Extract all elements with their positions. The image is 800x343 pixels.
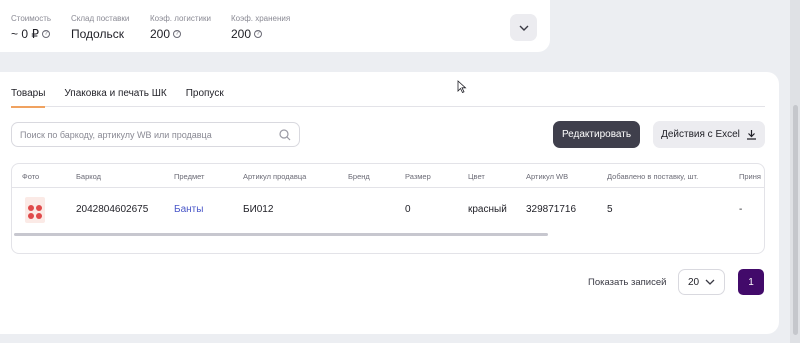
added-qty-cell: 5 [607, 204, 613, 215]
mouse-cursor-icon [457, 80, 467, 93]
help-icon[interactable]: ? [41, 30, 50, 38]
seller-article-cell: БИ012 [243, 204, 274, 215]
column-header: Артикул WB [526, 172, 569, 181]
accepted-cell: - [739, 204, 743, 215]
goods-table: Фото Баркод Предмет Артикул продавца Бре… [11, 163, 765, 254]
chevron-down-icon [705, 279, 715, 285]
supply-summary-card: Стоимость ~ 0 ₽? Склад поставки Подольск… [0, 0, 550, 52]
tab-packaging[interactable]: Упаковка и печать ШК [64, 86, 166, 106]
wb-article-cell: 329871716 [526, 204, 577, 215]
page-size-value: 20 [687, 276, 700, 288]
tab-pass[interactable]: Пропуск [186, 86, 224, 106]
cost-stat: Стоимость ~ 0 ₽? [11, 14, 51, 41]
storage-label: Коэф. хранения [231, 14, 291, 23]
page-scrollbar[interactable] [790, 0, 800, 343]
subject-link[interactable]: Банты [174, 204, 203, 215]
storage-value: 200 [231, 27, 252, 41]
logistics-stat: Коэф. логистики 200? [150, 14, 211, 41]
tab-goods[interactable]: Товары [11, 86, 46, 108]
page-button-current[interactable]: 1 [738, 269, 764, 295]
product-photo[interactable] [25, 197, 45, 223]
storage-stat: Коэф. хранения 200? [231, 14, 290, 41]
excel-actions-label: Действия с Excel [661, 129, 740, 140]
column-header: Размер [405, 172, 431, 181]
goods-card: Товары Упаковка и печать ШК Пропуск Реда… [0, 72, 779, 334]
barcode-cell: 2042804602675 [76, 204, 149, 215]
download-icon [746, 130, 756, 140]
search-input[interactable] [20, 129, 279, 140]
search-icon[interactable] [279, 128, 291, 141]
column-header: Предмет [174, 172, 205, 181]
logistics-label: Коэф. логистики [150, 14, 211, 23]
column-header: Баркод [76, 172, 102, 181]
column-header: Добавлено в поставку, шт. [607, 172, 699, 181]
help-icon[interactable]: ? [254, 30, 263, 38]
scrollbar-thumb[interactable] [793, 105, 798, 335]
chevron-down-icon [519, 25, 528, 31]
warehouse-stat: Склад поставки Подольск [71, 14, 129, 41]
page-size-select[interactable]: 20 [678, 269, 725, 295]
tab-bar: Товары Упаковка и печать ШК Пропуск [11, 86, 765, 108]
logistics-value: 200 [150, 27, 171, 41]
column-header: Приня [739, 172, 761, 181]
column-header: Цвет [468, 172, 485, 181]
warehouse-label: Склад поставки [71, 14, 130, 23]
page-size-label: Показать записей [588, 277, 667, 288]
warehouse-value: Подольск [71, 27, 124, 41]
expand-button[interactable] [510, 14, 537, 41]
help-icon[interactable]: ? [173, 30, 182, 38]
column-header: Бренд [348, 172, 370, 181]
color-cell: красный [468, 204, 507, 215]
search-box [11, 122, 300, 147]
size-cell: 0 [405, 204, 411, 215]
excel-actions-button[interactable]: Действия с Excel [653, 121, 765, 148]
column-header: Фото [22, 172, 40, 181]
cost-label: Стоимость [11, 14, 52, 23]
table-header: Фото Баркод Предмет Артикул продавца Бре… [12, 164, 764, 188]
table-horizontal-scrollbar[interactable] [14, 233, 548, 236]
edit-button[interactable]: Редактировать [553, 121, 640, 148]
table-row[interactable]: 2042804602675 Банты БИ012 0 красный 3298… [12, 188, 764, 231]
cost-value: ~ 0 ₽ [11, 27, 39, 41]
column-header: Артикул продавца [243, 172, 307, 181]
